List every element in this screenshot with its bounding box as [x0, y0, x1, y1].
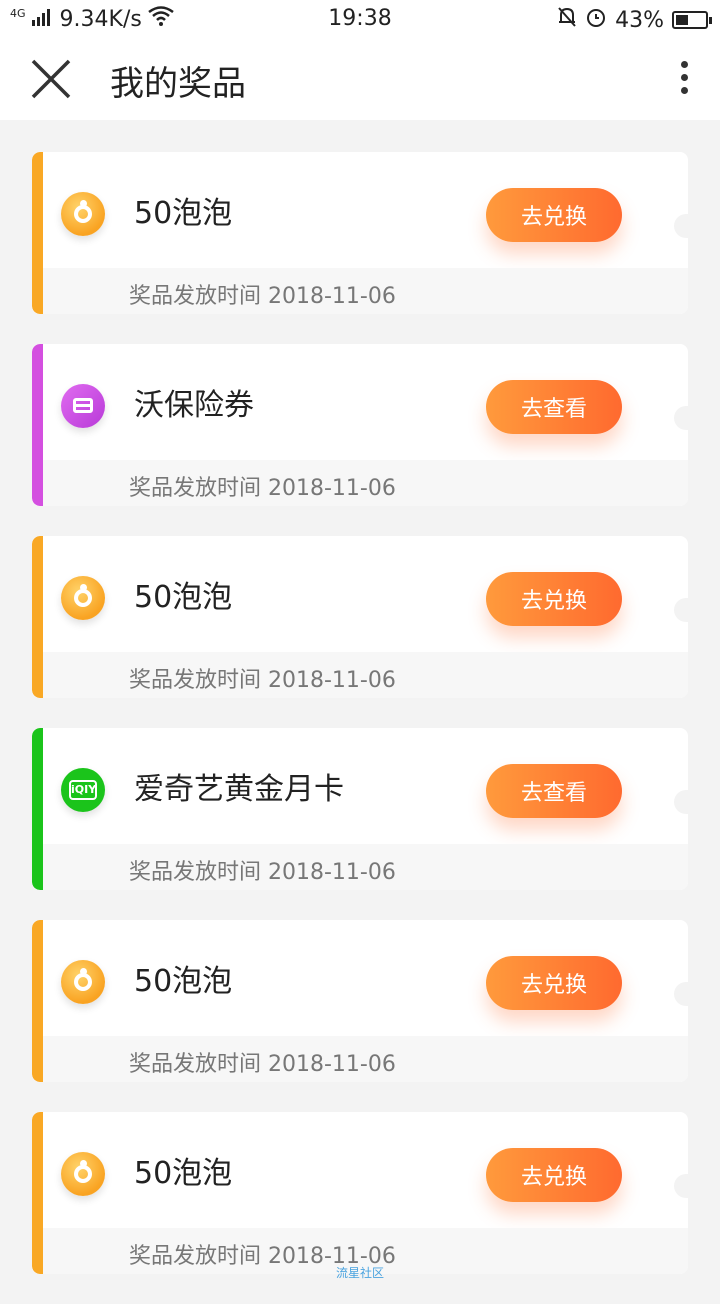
card-notch [674, 598, 688, 622]
status-right: 43% [557, 6, 712, 34]
alarm-icon [585, 6, 607, 34]
prize-issue-date: 奖品发放时间 2018-11-06 [129, 476, 396, 501]
card-notch [674, 214, 688, 238]
prize-card[interactable]: iQIY 爱奇艺黄金月卡 去查看奖品发放时间 2018-11-06 [32, 728, 688, 890]
card-footer: 奖品发放时间 2018-11-06 [43, 652, 688, 698]
more-vertical-icon [672, 61, 696, 94]
card-notch [674, 406, 688, 430]
prize-name: 50泡泡 [134, 196, 233, 231]
prize-name: 沃保险券 [134, 388, 254, 423]
bubble-icon [61, 960, 105, 1004]
prize-action-button[interactable]: 去查看 [486, 764, 622, 818]
close-button[interactable] [28, 56, 74, 102]
more-options-button[interactable] [672, 56, 696, 102]
card-footer: 奖品发放时间 2018-11-06 [43, 844, 688, 890]
card-accent-stripe [32, 1112, 43, 1274]
card-footer: 奖品发放时间 2018-11-06 [43, 268, 688, 314]
card-notch [674, 982, 688, 1006]
bubble-icon [61, 192, 105, 236]
close-icon [31, 59, 71, 99]
bubble-icon [61, 576, 105, 620]
prize-card[interactable]: 沃保险券 去查看奖品发放时间 2018-11-06 [32, 344, 688, 506]
battery-percent: 43% [615, 7, 664, 33]
prize-action-button[interactable]: 去查看 [486, 380, 622, 434]
card-notch [674, 1174, 688, 1198]
prize-action-button[interactable]: 去兑换 [486, 1148, 622, 1202]
prize-issue-date: 奖品发放时间 2018-11-06 [129, 860, 396, 885]
prize-issue-date: 奖品发放时间 2018-11-06 [129, 1052, 396, 1077]
prize-name: 爱奇艺黄金月卡 [134, 772, 344, 807]
page-title: 我的奖品 [110, 64, 246, 104]
card-accent-stripe [32, 344, 43, 506]
iqiyi-icon: iQIY [61, 768, 105, 812]
prize-action-button[interactable]: 去兑换 [486, 956, 622, 1010]
prize-list: 50泡泡 去兑换 奖品发放时间 2018-11-06 沃保险券 去查看 奖品发放时间 20… [32, 152, 688, 1304]
prize-action-button[interactable]: 去兑换 [486, 188, 622, 242]
prize-action-button[interactable]: 去兑换 [486, 572, 622, 626]
prize-card[interactable]: 50泡泡 去兑换奖品发放时间 2018-11-06 [32, 536, 688, 698]
bubble-icon [61, 1152, 105, 1196]
prize-issue-date: 奖品发放时间 2018-11-06 [129, 284, 396, 309]
prize-issue-date: 奖品发放时间 2018-11-06 [129, 668, 396, 693]
prize-card[interactable]: 50泡泡 去兑换奖品发放时间 2018-11-06 [32, 152, 688, 314]
battery-icon [672, 11, 712, 29]
battery-fill [676, 15, 688, 25]
card-accent-stripe [32, 536, 43, 698]
card-accent-stripe [32, 152, 43, 314]
bell-off-icon [557, 6, 577, 34]
card-notch [674, 790, 688, 814]
card-accent-stripe [32, 728, 43, 890]
prize-name: 50泡泡 [134, 964, 233, 999]
prize-name: 50泡泡 [134, 1156, 233, 1191]
card-footer: 奖品发放时间 2018-11-06 [43, 1036, 688, 1082]
card-accent-stripe [32, 920, 43, 1082]
app-header: 我的奖品 [0, 38, 720, 120]
status-bar: 4G 9.34K/s 19:38 43% [0, 0, 720, 38]
card-footer: 奖品发放时间 2018-11-06 [43, 460, 688, 506]
watermark: 流星社区 [335, 1266, 384, 1280]
prize-card[interactable]: 50泡泡 去兑换 奖品发放时间 2018-11-06 [32, 1112, 688, 1274]
card-icon [61, 384, 105, 428]
prize-name: 50泡泡 [134, 580, 233, 615]
prize-card[interactable]: 50泡泡 去兑换奖品发放时间 2018-11-06 [32, 920, 688, 1082]
